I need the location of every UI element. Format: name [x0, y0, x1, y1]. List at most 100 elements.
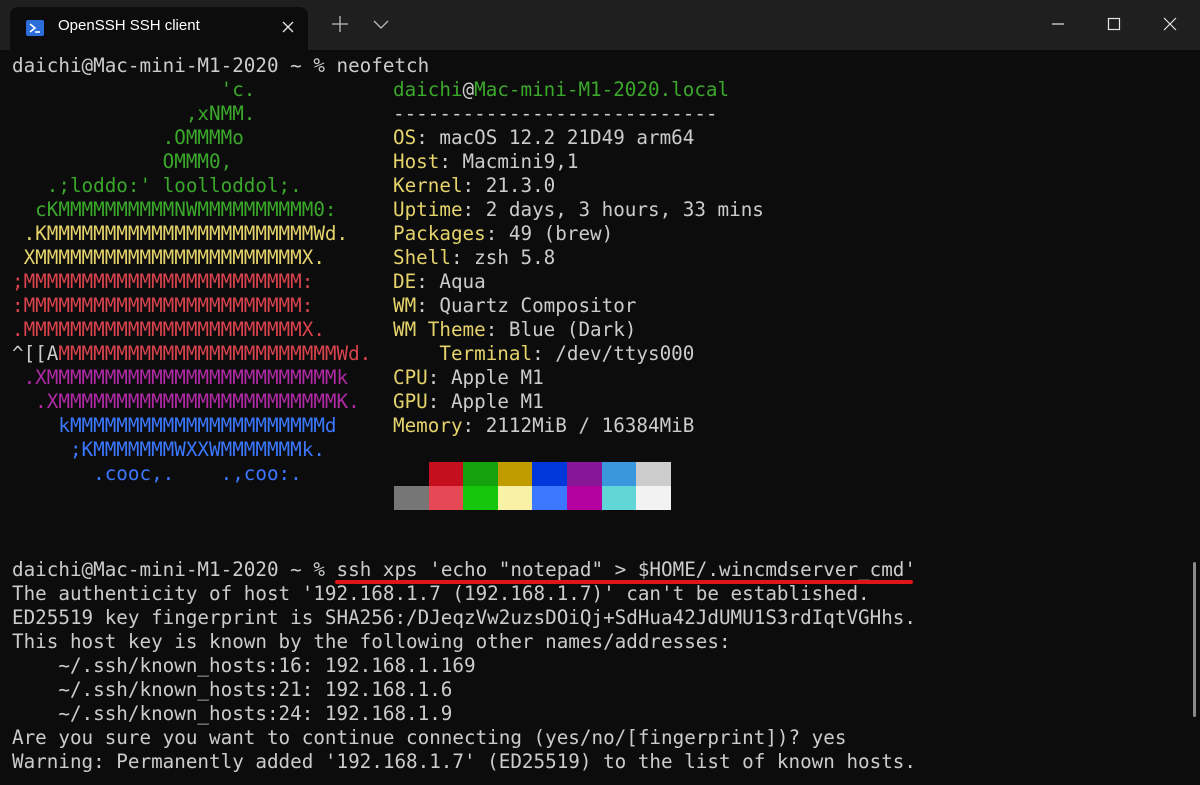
output-line: The authenticity of host '192.168.1.7 (1…	[12, 582, 870, 605]
logo-line: :MMMMMMMMMMMMMMMMMMMMMMMM:	[12, 294, 314, 317]
info-value: Blue (Dark)	[508, 318, 637, 341]
info-key: Kernel	[393, 174, 463, 197]
prompt-line: daichi@Mac-mini-M1-2020 ~ % neofetch	[12, 54, 430, 77]
palette-swatch	[428, 462, 464, 486]
palette-swatch	[428, 486, 464, 510]
logo-line: .OMMMMo	[12, 126, 244, 149]
palette-swatch	[636, 462, 671, 486]
output-line: ~/.ssh/known_hosts:16: 192.168.1.169	[12, 654, 476, 677]
info-value: 2 days, 3 hours, 33 mins	[485, 198, 764, 221]
palette-swatch	[394, 462, 429, 486]
info-row: OS: macOS 12.2 21D49 arm64	[393, 126, 694, 150]
info-row: Packages: 49 (brew)	[393, 222, 613, 246]
close-window-button[interactable]	[1146, 0, 1194, 48]
info-colon: :	[462, 174, 486, 197]
system-info: daichi@Mac-mini-M1-2020.local ----------…	[393, 78, 764, 437]
logo-line: ,xNMM.	[12, 102, 256, 125]
palette-swatch	[497, 462, 533, 486]
output-line: ED25519 key fingerprint is SHA256:/DJeqz…	[12, 606, 916, 629]
maximize-icon	[1107, 17, 1121, 31]
info-key: Host	[393, 150, 440, 173]
info-colon: :	[485, 318, 509, 341]
logo-line: .KMMMMMMMMMMMMMMMMMMMMMMMWd.	[12, 222, 349, 245]
info-value: Apple M1	[450, 366, 544, 389]
logo-segment: MMMMMMMMMMMMMMMMMMMMMMMMWd.	[58, 342, 372, 365]
info-value: Apple M1	[450, 390, 544, 413]
palette-swatch	[601, 462, 637, 486]
info-colon: :	[485, 222, 509, 245]
close-icon[interactable]	[278, 17, 298, 37]
info-row: Shell: zsh 5.8	[393, 246, 555, 270]
info-row: CPU: Apple M1	[393, 366, 544, 390]
info-colon: :	[416, 270, 440, 293]
info-colon: :	[427, 366, 451, 389]
logo-line: cKMMMMMMMMMMNWMMMMMMMMMM0:	[12, 198, 337, 221]
palette-swatch	[567, 462, 602, 486]
info-value: Quartz Compositor	[439, 294, 637, 317]
palette-swatch	[532, 486, 567, 510]
palette-swatch	[567, 486, 602, 510]
info-key: Terminal	[393, 342, 533, 365]
info-colon: :	[462, 198, 486, 221]
output-line: Warning: Permanently added '192.168.1.7'…	[12, 750, 916, 773]
palette-swatch	[601, 486, 637, 510]
info-value: 49 (brew)	[508, 222, 614, 245]
ssh-prompt: daichi@Mac-mini-M1-2020 ~ %	[12, 558, 337, 581]
plus-icon	[332, 16, 348, 32]
info-value: 21.3.0	[485, 174, 556, 197]
info-colon: :	[416, 126, 440, 149]
logo-line: XMMMMMMMMMMMMMMMMMMMMMMMX.	[12, 246, 325, 269]
info-row: Memory: 2112MiB / 16384MiB	[393, 414, 694, 438]
palette-swatch	[394, 486, 429, 510]
title-bar: OpenSSH SSH client	[0, 0, 1200, 50]
logo-line: .cooc,. .,coo:.	[12, 462, 302, 485]
info-key: Memory	[393, 414, 463, 437]
maximize-button[interactable]	[1090, 0, 1138, 48]
info-row: GPU: Apple M1	[393, 390, 544, 414]
logo-line: OMMM0,	[12, 150, 233, 173]
output-line: ~/.ssh/known_hosts:24: 192.168.1.9	[12, 702, 453, 725]
tab-openssh[interactable]: OpenSSH SSH client	[10, 7, 308, 50]
logo-line: 'c.	[12, 78, 256, 101]
ssh-command-line: daichi@Mac-mini-M1-2020 ~ % ssh xps 'ech…	[12, 558, 916, 582]
info-key: WM	[393, 294, 417, 317]
output-line: ~/.ssh/known_hosts:21: 192.168.1.6	[12, 678, 453, 701]
separator: ----------------------------	[393, 102, 718, 125]
chevron-down-icon	[373, 20, 389, 29]
info-colon: :	[450, 246, 475, 269]
info-colon: :	[439, 150, 463, 173]
info-key: CPU	[393, 366, 428, 389]
logo-line: kMMMMMMMMMMMMMMMMMMMMMMd	[12, 414, 337, 437]
new-tab-button[interactable]	[328, 12, 352, 36]
minimize-button[interactable]	[1034, 0, 1082, 48]
scrollbar-thumb[interactable]	[1193, 562, 1196, 717]
info-value: 2112MiB / 16384MiB	[485, 414, 695, 437]
logo-line: .XMMMMMMMMMMMMMMMMMMMMMMMMMk	[12, 366, 349, 389]
info-value: Aqua	[439, 270, 486, 293]
logo-line: ^[[AMMMMMMMMMMMMMMMMMMMMMMMMWd.	[12, 342, 371, 366]
tab-title: OpenSSH SSH client	[58, 17, 200, 34]
palette-swatch	[463, 462, 498, 486]
info-key: DE	[393, 270, 417, 293]
minimize-icon	[1052, 23, 1064, 25]
info-colon: :	[462, 414, 486, 437]
close-icon	[1163, 17, 1177, 31]
info-key: GPU	[393, 390, 428, 413]
info-row: Host: Macmini9,1	[393, 150, 578, 174]
info-row: Uptime: 2 days, 3 hours, 33 mins	[393, 198, 764, 222]
info-row: Terminal: /dev/ttys000	[393, 342, 694, 366]
output-line: Are you sure you want to continue connec…	[12, 726, 847, 749]
info-value: zsh 5.8	[474, 246, 556, 269]
command-underline-annotation	[335, 580, 913, 584]
info-value: macOS 12.2 21D49 arm64	[439, 126, 695, 149]
info-key: Shell	[393, 246, 451, 269]
logo-line: .MMMMMMMMMMMMMMMMMMMMMMMMX.	[12, 318, 325, 341]
info-row: WM: Quartz Compositor	[393, 294, 636, 318]
dropdown-button[interactable]	[369, 12, 393, 36]
logo-line: ;KMMMMMMMWXXWMMMMMMMk.	[12, 438, 325, 461]
info-value: Macmini9,1	[462, 150, 579, 173]
ssh-command: ssh xps 'echo "notepad" > $HOME/.wincmds…	[336, 558, 916, 581]
palette-swatch	[636, 486, 671, 510]
output-line: This host key is known by the following …	[12, 630, 731, 653]
ssh-session-output: daichi@Mac-mini-M1-2020 ~ % ssh xps 'ech…	[12, 558, 916, 773]
